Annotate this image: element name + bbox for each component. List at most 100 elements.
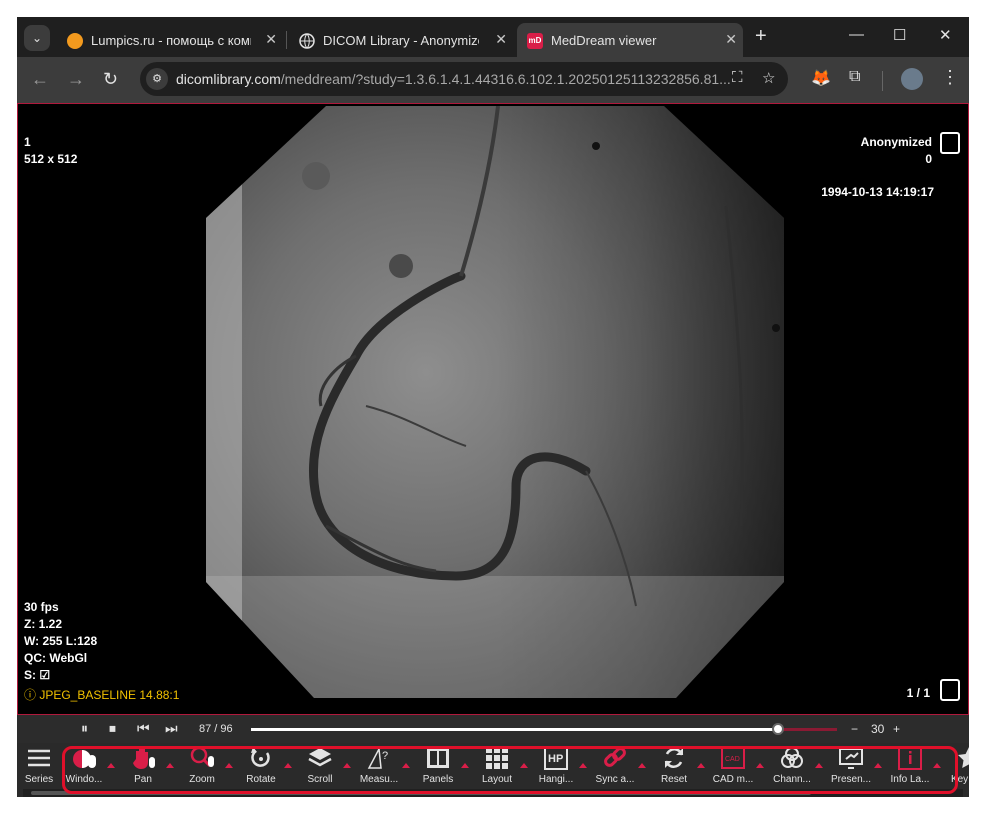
tool-channels-button[interactable]: Chann...	[767, 745, 823, 789]
close-icon[interactable]: ✕	[495, 31, 507, 48]
fps-increase-button[interactable]: +	[893, 722, 900, 736]
tab-dicom-library[interactable]: DICOM Library - Anonymize, S ✕	[289, 23, 513, 57]
tool-hand-button[interactable]: Pan	[118, 745, 174, 789]
tool-options-arrow[interactable]	[284, 763, 292, 768]
tool-layers-button[interactable]: Scroll	[295, 745, 351, 789]
toolbar-scrollbar[interactable]	[23, 789, 963, 797]
save-icon[interactable]	[940, 679, 960, 701]
lumpics-orange-icon	[67, 33, 83, 49]
tool-label: Key O...	[950, 774, 969, 785]
profile-avatar[interactable]	[901, 68, 923, 90]
presentation-icon	[838, 745, 864, 771]
fps-decrease-button[interactable]: −	[851, 722, 858, 736]
tool-label: Pan	[134, 774, 152, 785]
hamburger-icon	[28, 749, 50, 767]
camera-snapshot-icon[interactable]	[940, 132, 960, 154]
tool-options-arrow[interactable]	[815, 763, 823, 768]
tool-label: CAD m...	[712, 774, 754, 785]
frame-slider-fill	[251, 728, 778, 731]
url-text[interactable]: dicomlibrary.com/meddream/?study=1.3.6.1…	[176, 71, 731, 87]
tool-options-arrow[interactable]	[874, 763, 882, 768]
patient-overlay: Anonymized 0	[861, 134, 932, 168]
info-layer-icon	[897, 745, 923, 771]
tool-label: Windo...	[65, 774, 103, 785]
dicom-viewport[interactable]: 1 512 x 512 Anonymized 0 1994-10-13 14:1…	[17, 103, 969, 715]
tool-zoom-button[interactable]: Zoom	[177, 745, 233, 789]
translate-icon[interactable]: ⛶	[732, 69, 743, 86]
tool-star-button[interactable]: Key O...	[944, 745, 969, 789]
tool-options-arrow[interactable]	[520, 763, 528, 768]
tool-options-arrow[interactable]	[461, 763, 469, 768]
close-window-button[interactable]: ✕	[939, 26, 952, 44]
tab-search-button[interactable]: ⌄	[24, 25, 50, 51]
tab-lumpics[interactable]: Lumpics.ru - помощь с компь ✕	[57, 23, 283, 57]
tool-grid-button[interactable]: Layout	[472, 745, 528, 789]
tool-rotate-button[interactable]: Rotate	[236, 745, 292, 789]
viewer-toolbar: Series Windo... Pan Zoom Rotate Scroll? Measu…	[17, 743, 969, 797]
tool-label: Rotate	[246, 774, 276, 785]
tool-window-level-button[interactable]: Windo...	[59, 745, 115, 789]
pause-icon[interactable]: ⏸	[81, 720, 88, 737]
tool-options-arrow[interactable]	[402, 763, 410, 768]
browser-toolbar: ← → ↻ ⚙ dicomlibrary.com/meddream/?study…	[17, 57, 969, 103]
maximize-button[interactable]: ☐	[893, 26, 906, 44]
tool-options-arrow[interactable]	[343, 763, 351, 768]
stop-icon[interactable]: ⏹	[109, 720, 116, 737]
measure-icon: ?	[366, 745, 392, 771]
tool-options-arrow[interactable]	[638, 763, 646, 768]
reload-icon[interactable]: ↻	[103, 69, 118, 89]
scrollbar-thumb[interactable]	[31, 791, 811, 795]
tool-measure-button[interactable]: ? Measu...	[354, 745, 410, 789]
image-info-overlay: 30 fps Z: 1.22 W: 255 L:128 QC: WebGl S:…	[24, 599, 97, 684]
globe-icon	[299, 33, 315, 49]
tool-options-arrow[interactable]	[107, 763, 115, 768]
tool-label: Measu...	[359, 774, 399, 785]
tool-panels-button[interactable]: Panels	[413, 745, 469, 789]
browser-window: ⌄ Lumpics.ru - помощь с компь ✕ DICOM Li…	[17, 17, 969, 797]
tool-info-layer-button[interactable]: Info La...	[885, 745, 941, 789]
star-icon	[956, 745, 969, 771]
grid-icon	[484, 745, 510, 771]
bookmark-star-icon[interactable]: ☆	[762, 69, 775, 87]
tool-options-arrow[interactable]	[933, 763, 941, 768]
tool-label: Panels	[422, 774, 454, 785]
tool-options-arrow[interactable]	[697, 763, 705, 768]
back-arrow-icon[interactable]: ←	[31, 69, 49, 89]
close-icon[interactable]: ✕	[725, 31, 737, 48]
warning-icon: ⓘ	[24, 688, 40, 702]
tool-options-arrow[interactable]	[756, 763, 764, 768]
close-icon[interactable]: ✕	[265, 31, 277, 48]
tab-title: DICOM Library - Anonymize, S	[323, 33, 479, 48]
tab-meddream[interactable]: mD MedDream viewer ✕	[517, 23, 743, 57]
new-tab-button[interactable]: +	[755, 26, 767, 46]
tool-presentation-button[interactable]: Presen...	[826, 745, 882, 789]
extensions-puzzle-icon[interactable]: ⧉	[849, 68, 860, 86]
tool-options-arrow[interactable]	[225, 763, 233, 768]
zoom-icon	[189, 745, 215, 771]
series-button[interactable]: Series	[23, 745, 55, 789]
address-bar[interactable]: ⚙ dicomlibrary.com/meddream/?study=1.3.6…	[140, 62, 788, 96]
angiography-image[interactable]	[206, 106, 784, 698]
first-frame-icon[interactable]: ⏮	[137, 720, 150, 737]
forward-arrow-icon[interactable]: →	[67, 69, 85, 89]
frame-slider[interactable]	[251, 723, 837, 735]
site-settings-icon[interactable]: ⚙	[146, 68, 168, 90]
minimize-button[interactable]: —	[849, 26, 864, 43]
tool-options-arrow[interactable]	[579, 763, 587, 768]
tool-options-arrow[interactable]	[166, 763, 174, 768]
metamask-fox-icon[interactable]: 🦊	[811, 68, 831, 88]
panels-icon	[425, 745, 451, 771]
tab-title: Lumpics.ru - помощь с компь	[91, 33, 251, 48]
window-level-readout: W: 255 L:128	[24, 634, 98, 648]
sync-readout[interactable]: S: ☑	[24, 667, 97, 684]
frame-slider-knob[interactable]	[772, 723, 784, 735]
menu-kebab-icon[interactable]: ⋮	[941, 67, 959, 88]
cad-icon: CAD	[720, 745, 746, 771]
tool-link-button[interactable]: Sync a...	[590, 745, 646, 789]
last-frame-icon[interactable]: ⏭	[165, 720, 178, 737]
tool-reset-button[interactable]: Reset	[649, 745, 705, 789]
tool-hanging-protocol-button[interactable]: HP Hangi...	[531, 745, 587, 789]
patient-name: Anonymized	[860, 135, 932, 149]
svg-text:?: ?	[382, 750, 388, 762]
tool-cad-button[interactable]: CAD CAD m...	[708, 745, 764, 789]
